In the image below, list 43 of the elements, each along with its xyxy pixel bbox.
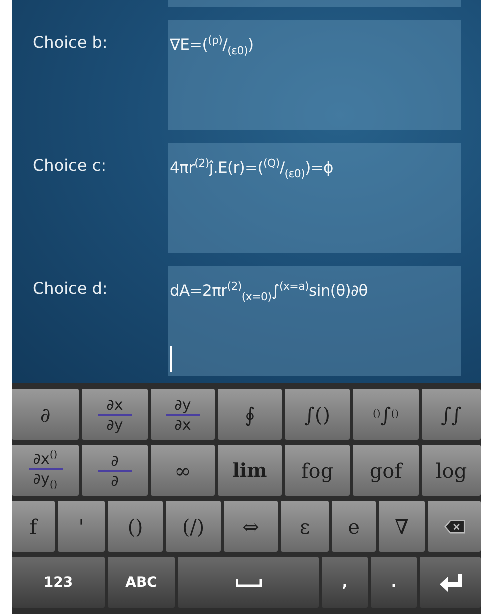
keyboard-key[interactable]: log <box>422 445 481 496</box>
denominator: ∂y$_{()}$ <box>33 470 58 492</box>
keyboard-key[interactable]: ⇔ <box>224 501 278 552</box>
keyboard-key[interactable]: ∇ <box>379 501 425 552</box>
keyboard-key[interactable]: . <box>371 557 417 608</box>
backspace-icon <box>444 520 466 534</box>
keyboard-key[interactable]: ε <box>281 501 329 552</box>
fraction-key[interactable]: ∂x$^{()}$ ∂y$_{()}$ <box>12 445 79 496</box>
keyboard-key[interactable]: 123 <box>12 557 105 608</box>
numerator: ∂x <box>106 396 124 412</box>
keyboard-key[interactable]: ∂ <box>12 389 79 440</box>
keyboard-key[interactable]: ∫∫ <box>422 389 481 440</box>
space-icon <box>236 578 262 586</box>
numerator: ∂y <box>174 396 192 412</box>
choice-label: Choice d: <box>32 278 109 300</box>
input-field[interactable] <box>168 0 461 7</box>
numerator: ∂x$^{()}$ <box>33 448 58 466</box>
keyboard-key[interactable]: f <box>12 501 55 552</box>
denominator: ∂y <box>106 416 124 432</box>
keyboard-key[interactable]: (/) <box>166 501 221 552</box>
keyboard-key[interactable]: () <box>108 501 163 552</box>
enter-key[interactable] <box>420 557 481 608</box>
keyboard-key[interactable]: lim <box>218 445 282 496</box>
keyboard-key[interactable]: e <box>332 501 376 552</box>
keyboard-key[interactable]: , <box>322 557 368 608</box>
keyboard-key[interactable]: gof <box>353 445 419 496</box>
fraction-key[interactable]: ∂ ∂ <box>82 445 148 496</box>
choice-label: Choice c: <box>32 155 108 177</box>
enter-icon <box>438 572 462 592</box>
denominator: ∂x <box>174 416 192 432</box>
choice-label: Choice b: <box>32 32 109 54</box>
keyboard-key[interactable]: ∮ <box>218 389 282 440</box>
backspace-key[interactable] <box>428 501 481 552</box>
keyboard-key[interactable]: ∫() <box>285 389 350 440</box>
keyboard-key[interactable]: ' <box>58 501 105 552</box>
fraction-key[interactable]: ∂x ∂y <box>82 389 148 440</box>
numerator: ∂ <box>111 452 119 468</box>
keyboard-key[interactable]: fog <box>285 445 350 496</box>
answer-field[interactable]: dA=2πr$^{(2)}$$_{(x=0)}$∫$^{(x=a)}$sin(θ)∂θ <box>168 266 461 376</box>
keyboard-key[interactable]: ABC <box>108 557 175 608</box>
fraction-key[interactable]: ∂y ∂x <box>151 389 215 440</box>
denominator: ∂ <box>111 472 119 488</box>
keyboard-key[interactable]: ∞ <box>151 445 215 496</box>
